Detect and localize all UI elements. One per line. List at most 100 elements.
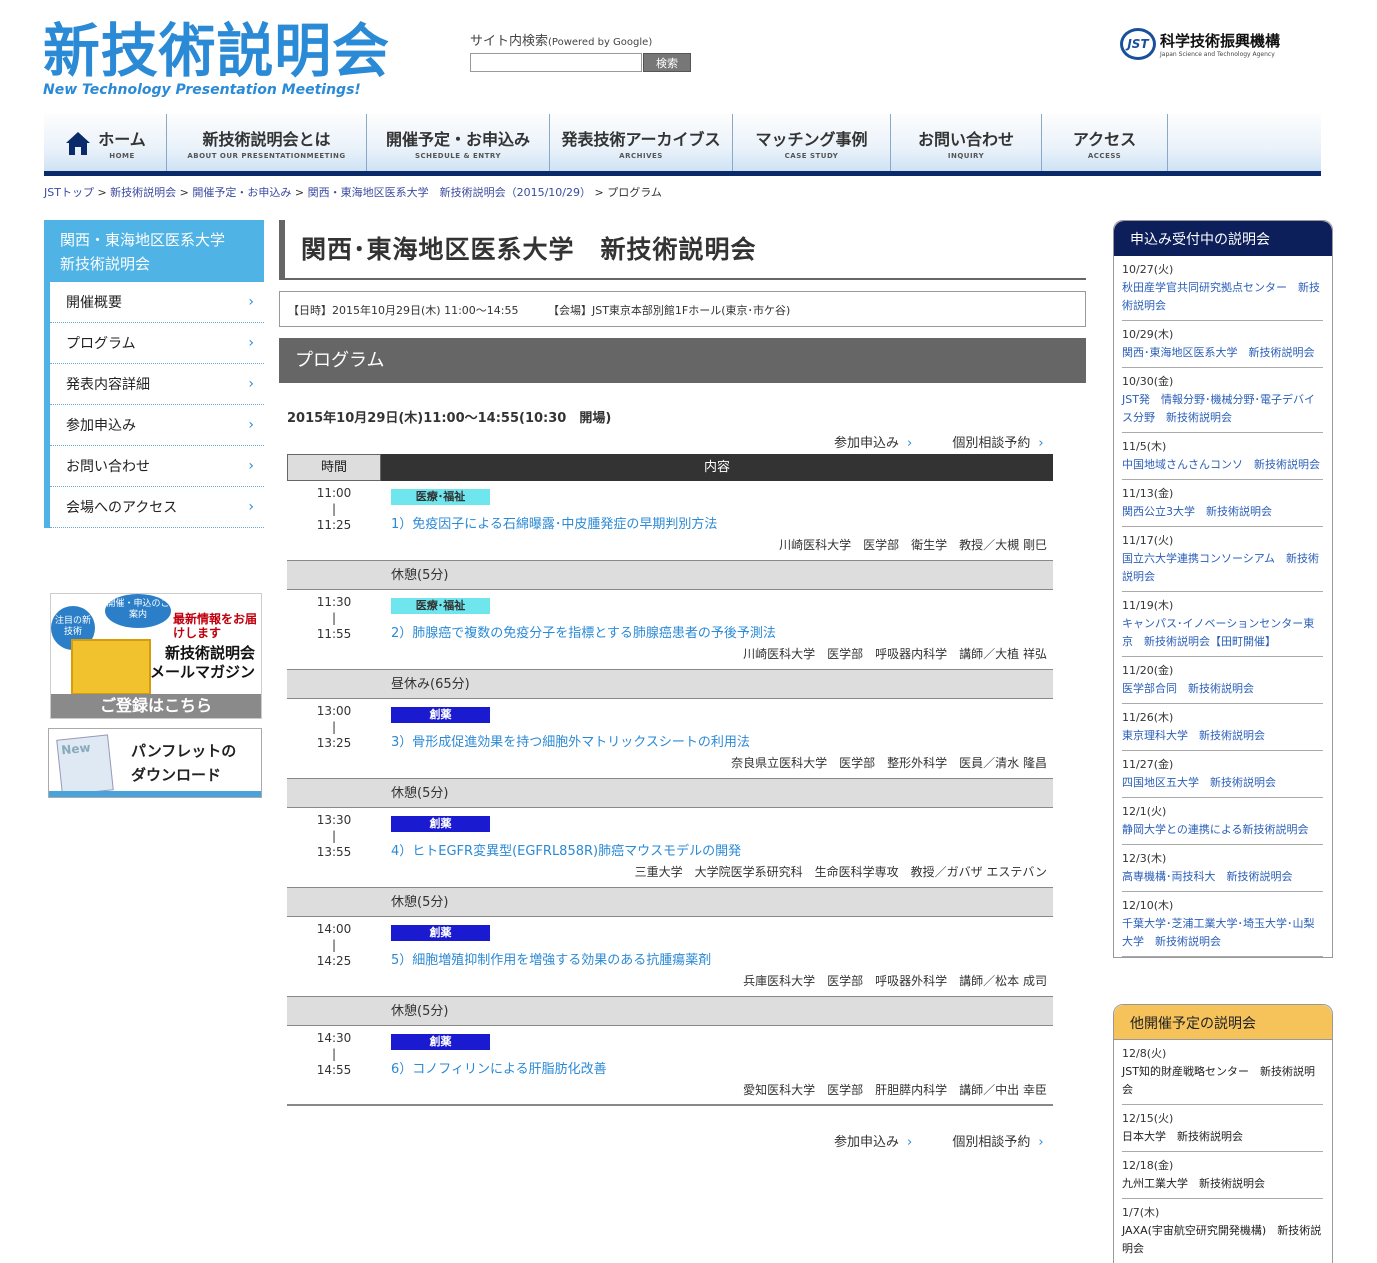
search-input[interactable] <box>470 53 642 72</box>
program-date: 2015年10月29日(木)11:00～14:55(10:30 開場) <box>287 411 612 426</box>
page: 新技術説明会 New Technology Presentation Meeti… <box>0 0 1377 1263</box>
sidebar-item-inquiry[interactable]: お問い合わせ › <box>50 446 264 487</box>
chevron-right-icon: › <box>1038 1135 1044 1150</box>
event-link[interactable]: 医学部合同 新技術説明会 <box>1122 682 1254 695</box>
nav-label: お問い合わせ <box>917 129 1014 149</box>
banner-bubble: 開催・申込のご案内 <box>105 594 171 628</box>
nav-access[interactable]: アクセス ACCESS <box>1042 114 1168 171</box>
search-button[interactable]: 検索 <box>643 53 691 72</box>
event-link[interactable]: 関西公立3大学 新技術説明会 <box>1122 505 1272 518</box>
sidebar-item-access[interactable]: 会場へのアクセス › <box>50 487 264 528</box>
session-time: 14:00 | 14:25 <box>316 922 352 968</box>
event-date: 11/5(木) <box>1122 440 1167 453</box>
event-item: 11/19(木) キャンパス･イノベーションセンター東京 新技術説明会【田町開催】 <box>1122 592 1323 657</box>
sidebar-item-program[interactable]: プログラム › <box>50 323 264 364</box>
event-date: 11/17(火) <box>1122 534 1174 547</box>
presenter: 三重大学 大学院医学系研究科 生命医科学専攻 教授／ガバザ エステバン <box>634 865 1047 879</box>
nav-sub: CASE STUDY <box>784 151 839 160</box>
event-item: 11/27(金) 四国地区五大学 新技術説明会 <box>1122 751 1323 798</box>
event-link[interactable]: キャンパス･イノベーションセンター東京 新技術説明会【田町開催】 <box>1122 617 1314 648</box>
nav-label: アクセス <box>1072 129 1137 149</box>
nav-inquiry[interactable]: お問い合わせ INQUIRY <box>891 114 1042 171</box>
event-link[interactable]: 中国地域さんさんコンソ 新技術説明会 <box>1122 458 1320 471</box>
nav-label: 開催予定・お申込み <box>385 129 530 149</box>
session-time: 13:00 | 13:25 <box>316 704 352 750</box>
event-date: 10/29(木) <box>1122 328 1174 341</box>
action-links-top: 参加申込み › 個別相談予約 › <box>798 432 1044 451</box>
breadcrumb-link[interactable]: 開催予定・お申込み <box>192 186 291 199</box>
breadcrumb-link[interactable]: 関西・東海地区医系大学 新技術説明会（2015/10/29） <box>308 186 591 199</box>
presenter: 川崎医科大学 医学部 呼吸器内科学 講師／大植 祥弘 <box>743 647 1047 661</box>
event-date: 11/27(金) <box>1122 758 1174 771</box>
category-badge: 創薬 <box>391 816 490 832</box>
event-link[interactable]: 九州工業大学 新技術説明会 <box>1122 1177 1265 1190</box>
sidebar-item-apply[interactable]: 参加申込み › <box>50 405 264 446</box>
event-link[interactable]: 関西･東海地区医系大学 新技術説明会 <box>1122 346 1315 359</box>
category-badge: 創薬 <box>391 707 490 723</box>
breadcrumb-current: プログラム <box>607 186 662 199</box>
session-title-link[interactable]: 1）免疫因子による石綿曝露･中皮腫発症の早期判別方法 <box>391 513 717 532</box>
event-link[interactable]: JST知的財産戦略センター 新技術説明会 <box>1122 1065 1315 1096</box>
event-link[interactable]: 日本大学 新技術説明会 <box>1122 1130 1243 1143</box>
event-link[interactable]: 東京理科大学 新技術説明会 <box>1122 729 1265 742</box>
table-row: 14:00 | 14:25 創薬 5）細胞増殖抑制作用を増強する効果のある抗腫瘍薬剤兵庫… <box>287 917 1053 997</box>
session-title-link[interactable]: 2）肺腺癌で複数の免疫分子を指標とする肺腺癌患者の予後予測法 <box>391 622 776 641</box>
session-title-link[interactable]: 6）コノフィリンによる肝脂肪化改善 <box>391 1058 607 1077</box>
apply-link[interactable]: 参加申込み › <box>834 436 912 451</box>
category-badge: 創薬 <box>391 925 490 941</box>
chevron-right-icon: › <box>907 1135 913 1150</box>
nav-about[interactable]: 新技術説明会とは ABOUT OUR PRESENTATIONMEETING <box>167 114 367 171</box>
table-row: 11:00 | 11:25 医療･福祉 1）免疫因子による石綿曝露･中皮腫発症の早期判別… <box>287 481 1053 561</box>
nav-case-study[interactable]: マッチング事例 CASE STUDY <box>733 114 891 171</box>
event-link[interactable]: 国立六大学連携コンソーシアム 新技術説明会 <box>1122 552 1319 583</box>
breadcrumb-link[interactable]: JSTトップ <box>44 186 94 199</box>
apply-link[interactable]: 参加申込み › <box>834 1135 912 1150</box>
session-title-link[interactable]: 5）細胞増殖抑制作用を増強する効果のある抗腫瘍薬剤 <box>391 949 711 968</box>
event-date: 12/3(木) <box>1122 852 1167 865</box>
session-title-link[interactable]: 4）ヒトEGFR変異型(EGFRL858R)肺癌マウスモデルの開発 <box>391 840 741 859</box>
event-link[interactable]: JAXA(宇宙航空研究開発機構) 新技術説明会 <box>1122 1224 1321 1255</box>
consult-link[interactable]: 個別相談予約 › <box>952 1135 1043 1150</box>
event-link[interactable]: 千葉大学･芝浦工業大学･埼玉大学･山梨大学 新技術説明会 <box>1122 917 1315 948</box>
jst-logo[interactable]: JST 科学技術振興機構 Japan Science and Technolog… <box>1120 28 1280 60</box>
banner-text: 最新情報をお届けします <box>173 612 258 640</box>
event-item: 11/26(木) 東京理科大学 新技術説明会 <box>1122 704 1323 751</box>
event-link[interactable]: 高専機構･両技科大 新技術説明会 <box>1122 870 1293 883</box>
event-date: 【日時】2015年10月29日(木) 11:00～14:55 <box>288 304 519 317</box>
chevron-right-icon: › <box>248 458 254 474</box>
mail-magazine-banner[interactable]: 注目の新技術 開催・申込のご案内 最新情報をお届けします 新技術説明会 メールマガ… <box>50 593 262 719</box>
nav-schedule[interactable]: 開催予定・お申込み SCHEDULE & ENTRY <box>367 114 550 171</box>
break-row: 昼休み(65分) <box>287 670 1053 699</box>
banner-title: 新技術説明会 メールマガジン <box>149 644 255 681</box>
chevron-right-icon: › <box>248 335 254 351</box>
sidebar-item-details[interactable]: 発表内容詳細 › <box>50 364 264 405</box>
chevron-right-icon: › <box>1038 436 1044 451</box>
session-time: 11:30 | 11:55 <box>316 595 352 641</box>
event-link[interactable]: 静岡大学との連携による新技術説明会 <box>1122 823 1309 836</box>
nav-archives[interactable]: 発表技術アーカイブス ARCHIVES <box>550 114 733 171</box>
presenter: 兵庫医科大学 医学部 呼吸器外科学 講師／松本 成司 <box>743 974 1047 988</box>
site-logo[interactable]: 新技術説明会 New Technology Presentation Meeti… <box>43 18 403 102</box>
chevron-right-icon: › <box>248 499 254 515</box>
home-icon <box>66 131 91 155</box>
category-badge: 医療･福祉 <box>391 598 490 614</box>
session-title-link[interactable]: 3）骨形成促進効果を持つ細胞外マトリックスシートの利用法 <box>391 731 750 750</box>
nav-label: 新技術説明会とは <box>202 129 331 149</box>
nav-home[interactable]: ホーム HOME <box>44 114 167 171</box>
sidebar-item-overview[interactable]: 開催概要 › <box>50 282 264 323</box>
open-events-box: 申込み受付中の説明会 10/27(火) 秋田産学官共同研究拠点センター 新技術説明… <box>1113 220 1333 958</box>
event-link[interactable]: 四国地区五大学 新技術説明会 <box>1122 776 1276 789</box>
consult-link[interactable]: 個別相談予約 › <box>952 436 1043 451</box>
event-link[interactable]: JST発 情報分野･機械分野･電子デバイス分野 新技術説明会 <box>1122 393 1315 424</box>
page-title: 関西･東海地区医系大学 新技術説明会 <box>279 220 1086 280</box>
breadcrumb: JSTトップ > 新技術説明会 > 開催予定・お申込み > 関西・東海地区医系大… <box>44 186 662 199</box>
pamphlet-download-banner[interactable]: New パンフレットの ダウンロード <box>48 728 262 798</box>
open-events-heading: 申込み受付中の説明会 <box>1114 221 1332 256</box>
table-row: 13:00 | 13:25 創薬 3）骨形成促進効果を持つ細胞外マトリックスシートの利用… <box>287 699 1053 779</box>
event-link[interactable]: 秋田産学官共同研究拠点センター 新技術説明会 <box>1122 281 1320 312</box>
break-row: 休憩(5分) <box>287 997 1053 1026</box>
envelope-icon <box>71 639 151 695</box>
chevron-right-icon: › <box>907 436 913 451</box>
breadcrumb-link[interactable]: 新技術説明会 <box>110 186 176 199</box>
table-header: 時間 内容 <box>287 454 1053 481</box>
